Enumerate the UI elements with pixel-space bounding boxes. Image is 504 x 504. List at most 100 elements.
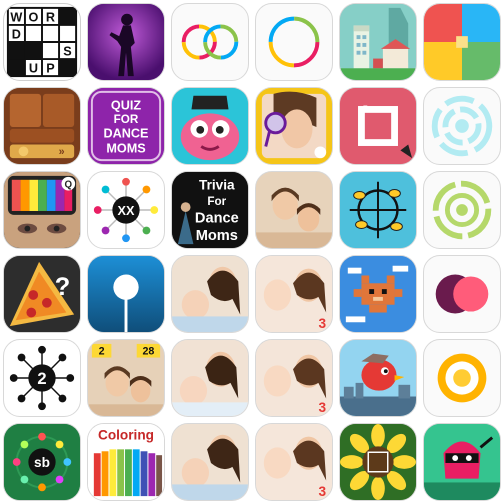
pink-ninja-icon [424, 424, 500, 500]
trivia-word: Trivia [199, 178, 235, 193]
pink-circles-icon [435, 274, 489, 314]
two-rings-icon [181, 24, 239, 60]
mom-baby-photo-icon: 3 [256, 424, 332, 500]
word-up-letter-d: D [12, 28, 21, 42]
app-icon-mom-baby-5[interactable] [168, 420, 252, 504]
magnifier-woman-icon [256, 88, 332, 164]
two-girls-photo-icon [256, 172, 332, 248]
app-icon-square[interactable] [336, 84, 420, 168]
app-icon-two-girls-count[interactable]: 2 28 [84, 336, 168, 420]
sb-dots-icon: sb [4, 424, 80, 500]
app-icon-magnifier-woman[interactable] [252, 84, 336, 168]
app-icon-number-two-dots[interactable]: 2 [0, 336, 84, 420]
svg-text:?: ? [55, 273, 70, 301]
coloring-pencils-icon: Coloring [88, 424, 164, 500]
dancer-silhouette-icon [88, 4, 164, 80]
trivia-dance-moms-icon: Trivia For Dance Moms [172, 172, 248, 248]
number-two-dots-icon: 2 [9, 345, 75, 411]
app-icon-dance-silhouette[interactable] [84, 0, 168, 84]
app-icon-color-squares[interactable] [420, 0, 504, 84]
square-icon [340, 88, 416, 164]
word-up-letter-p: P [46, 62, 55, 76]
sb-label: sb [34, 455, 50, 470]
app-icon-target-rings[interactable] [420, 84, 504, 168]
app-icon-sb-dots[interactable]: sb [0, 420, 84, 504]
app-icon-mom-baby-1[interactable] [168, 252, 252, 336]
xx-label: XX [118, 204, 135, 218]
word-up-letter-o: O [28, 11, 38, 25]
count-right: 28 [142, 346, 154, 358]
sunflower-icon [340, 424, 416, 500]
app-icon-mom-baby-6[interactable]: 3 [252, 420, 336, 504]
mom-baby-photo-icon [172, 256, 248, 332]
svg-text:»: » [59, 146, 65, 158]
moms-word: MOMS [106, 141, 145, 155]
app-icon-xx-dots[interactable]: XX [84, 168, 168, 252]
word-up-letter-s: S [63, 45, 71, 59]
app-icon-quiz-dance-moms[interactable]: QUIZ FOR DANCE MOMS [84, 84, 168, 168]
wood-blocks-icon: » [4, 88, 80, 164]
for-word: For [207, 195, 226, 208]
pixel-fox-icon [340, 256, 416, 332]
app-icon-flappy-crosshair[interactable] [336, 168, 420, 252]
app-icon-red-bird[interactable] [336, 336, 420, 420]
app-icon-two-girls[interactable] [252, 168, 336, 252]
count-left: 2 [99, 346, 105, 358]
mom-baby-photo-icon: 3 [256, 340, 332, 416]
coloring-title: Coloring [98, 428, 154, 443]
app-icon-city[interactable] [336, 0, 420, 84]
quiz-dance-moms-icon: QUIZ FOR DANCE MOMS [88, 88, 164, 164]
moms-word: Moms [196, 228, 238, 244]
badge-number: 3 [318, 316, 326, 331]
word-up-letter-w: W [10, 11, 22, 25]
dance-word: DANCE [103, 127, 148, 141]
app-icon-green-target[interactable] [420, 168, 504, 252]
app-icon-pixel-fox[interactable] [336, 252, 420, 336]
word-up-letter-r: R [46, 11, 55, 25]
color-squares-icon [424, 4, 500, 80]
app-icon-grid: W O R D S U P » QUIZ FOR DANCE MOMS Q XX… [0, 0, 504, 504]
xx-dots-icon: XX [93, 177, 159, 243]
app-icon-yellow-egg[interactable] [420, 336, 504, 420]
two-girls-count-icon: 2 28 [88, 340, 164, 416]
pin-needle-icon [88, 256, 164, 332]
app-icon-pink-ninja[interactable] [420, 420, 504, 504]
mom-baby-photo-icon [172, 424, 248, 500]
pink-monster-icon [172, 88, 248, 164]
ring-icon [268, 16, 320, 68]
app-icon-one-ring[interactable] [252, 0, 336, 84]
app-icon-colorful-tv[interactable]: Q [0, 168, 84, 252]
app-icon-two-rings[interactable] [168, 0, 252, 84]
app-icon-pink-monster[interactable] [168, 84, 252, 168]
colorful-tv-icon: Q [4, 172, 80, 248]
flappy-crosshair-icon [340, 172, 416, 248]
number-two-label: 2 [37, 369, 46, 388]
badge-number: 3 [318, 484, 326, 499]
app-icon-pin-needle[interactable] [84, 252, 168, 336]
app-icon-word-up[interactable]: W O R D S U P [0, 0, 84, 84]
word-up-grid-icon: W O R D S U P [6, 6, 78, 78]
app-icon-trivia-dance-moms[interactable]: Trivia For Dance Moms [168, 168, 252, 252]
city-icon [340, 4, 416, 80]
quiz-word: QUIZ [111, 98, 142, 112]
badge-number: 3 [318, 400, 326, 415]
pizza-question-icon: ? [4, 256, 80, 332]
red-bird-icon [340, 340, 416, 416]
for-word: FOR [114, 113, 139, 126]
app-icon-coloring[interactable]: Coloring [84, 420, 168, 504]
mom-baby-photo-icon: 3 [256, 256, 332, 332]
word-up-letter-u: U [29, 62, 38, 76]
q-letter: Q [65, 180, 73, 191]
app-icon-mom-baby-2[interactable]: 3 [252, 252, 336, 336]
green-target-icon [432, 180, 492, 240]
app-icon-pizza-question[interactable]: ? [0, 252, 84, 336]
mom-baby-photo-icon [172, 340, 248, 416]
app-icon-pink-circles[interactable] [420, 252, 504, 336]
app-icon-sunflower[interactable] [336, 420, 420, 504]
dance-word: Dance [195, 211, 239, 227]
app-icon-mom-baby-3[interactable] [168, 336, 252, 420]
app-icon-wood-blocks[interactable]: » [0, 84, 84, 168]
target-rings-icon [431, 95, 493, 157]
app-icon-mom-baby-4[interactable]: 3 [252, 336, 336, 420]
yellow-egg-icon [437, 353, 487, 403]
